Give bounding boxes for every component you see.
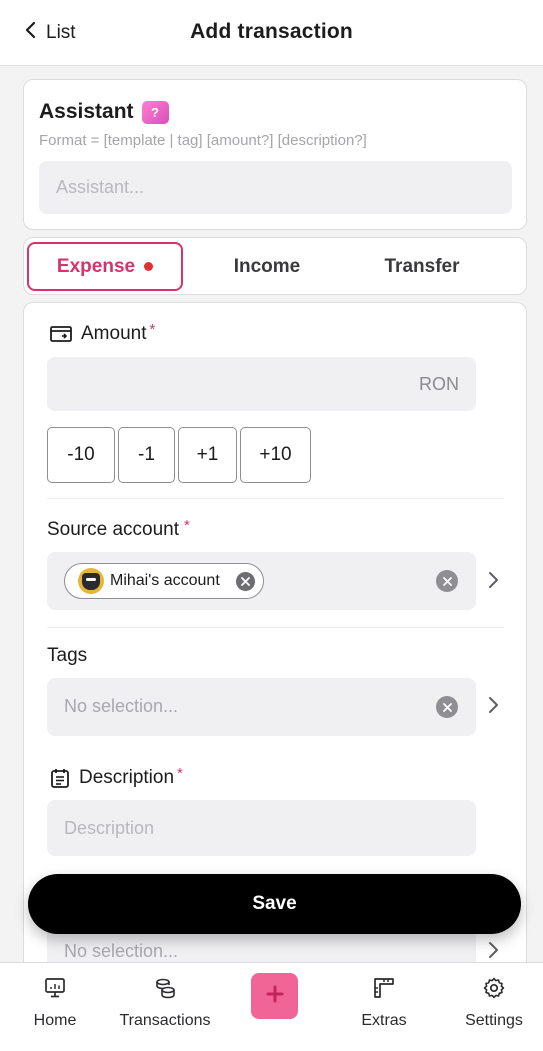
bottom-tab-bar: Home Transactions Extras Settings — [0, 962, 543, 1051]
description-input[interactable] — [47, 800, 476, 856]
source-account-select[interactable]: Mihai's account — [47, 552, 476, 610]
tab-transactions[interactable]: Transactions — [113, 976, 217, 1030]
wallet-icon — [50, 325, 72, 343]
chevron-right-icon[interactable] — [486, 695, 500, 715]
divider — [47, 498, 504, 499]
next-select-placeholder: No selection... — [64, 941, 179, 961]
assistant-card: Assistant ? Format = [template | tag] [a… — [23, 79, 527, 230]
tab-extras-label: Extras — [361, 1012, 407, 1029]
assistant-title: Assistant — [39, 100, 134, 123]
monitor-icon — [43, 976, 67, 1005]
description-label: Description * — [50, 764, 183, 789]
header: List Add transaction — [0, 0, 543, 66]
tab-income[interactable]: Income — [191, 242, 343, 291]
tab-expense-label: Expense — [56, 255, 136, 277]
remove-chip-icon[interactable] — [235, 571, 255, 591]
tags-label: Tags — [47, 645, 88, 666]
tab-settings-label: Settings — [465, 1012, 523, 1029]
amount-input[interactable] — [47, 357, 476, 411]
tab-transfer[interactable]: Transfer — [346, 242, 498, 291]
avatar — [78, 568, 104, 594]
tags-select[interactable]: No selection... — [47, 678, 476, 736]
assistant-input[interactable] — [39, 161, 512, 214]
tags-placeholder: No selection... — [64, 696, 179, 716]
step-plus-1-button[interactable]: +1 — [178, 427, 237, 483]
gear-icon — [482, 976, 506, 1005]
required-mark: * — [177, 764, 183, 782]
tab-extras[interactable]: Extras — [356, 976, 412, 1030]
clear-icon[interactable] — [436, 696, 458, 718]
account-chip: Mihai's account — [64, 563, 264, 599]
add-transaction-button[interactable] — [251, 973, 298, 1019]
tab-expense[interactable]: Expense — [27, 242, 183, 291]
tab-income-label: Income — [233, 255, 301, 277]
chevron-right-icon[interactable] — [486, 940, 500, 960]
notepad-icon — [50, 768, 70, 788]
step-minus-1-button[interactable]: -1 — [118, 427, 175, 483]
tab-transfer-label: Transfer — [384, 255, 460, 277]
assistant-format-hint: Format = [template | tag] [amount?] [des… — [39, 132, 367, 149]
page-title: Add transaction — [190, 20, 353, 43]
active-dot — [144, 262, 154, 271]
help-badge[interactable]: ? — [141, 100, 169, 124]
tab-home[interactable]: Home — [30, 976, 80, 1030]
tab-settings[interactable]: Settings — [459, 976, 529, 1030]
required-mark: * — [184, 516, 190, 534]
step-minus-10-button[interactable]: -10 — [47, 427, 115, 483]
coins-icon — [153, 976, 177, 1005]
ruler-icon — [372, 976, 396, 1005]
divider — [47, 627, 504, 628]
amount-label: Amount * — [50, 320, 156, 345]
chevron-right-icon[interactable] — [486, 570, 500, 590]
tab-transactions-label: Transactions — [119, 1012, 211, 1029]
tab-home-label: Home — [33, 1012, 77, 1029]
step-plus-10-button[interactable]: +10 — [240, 427, 311, 483]
account-chip-label: Mihai's account — [110, 572, 220, 589]
transaction-type-tabs: Expense Income Transfer — [23, 237, 527, 295]
required-mark: * — [149, 320, 156, 338]
assistant-heading: Assistant ? — [39, 100, 169, 124]
plus-icon — [266, 985, 284, 1008]
source-account-label: Source account * — [47, 516, 190, 541]
clear-icon[interactable] — [436, 570, 458, 592]
save-button[interactable]: Save — [28, 874, 521, 934]
